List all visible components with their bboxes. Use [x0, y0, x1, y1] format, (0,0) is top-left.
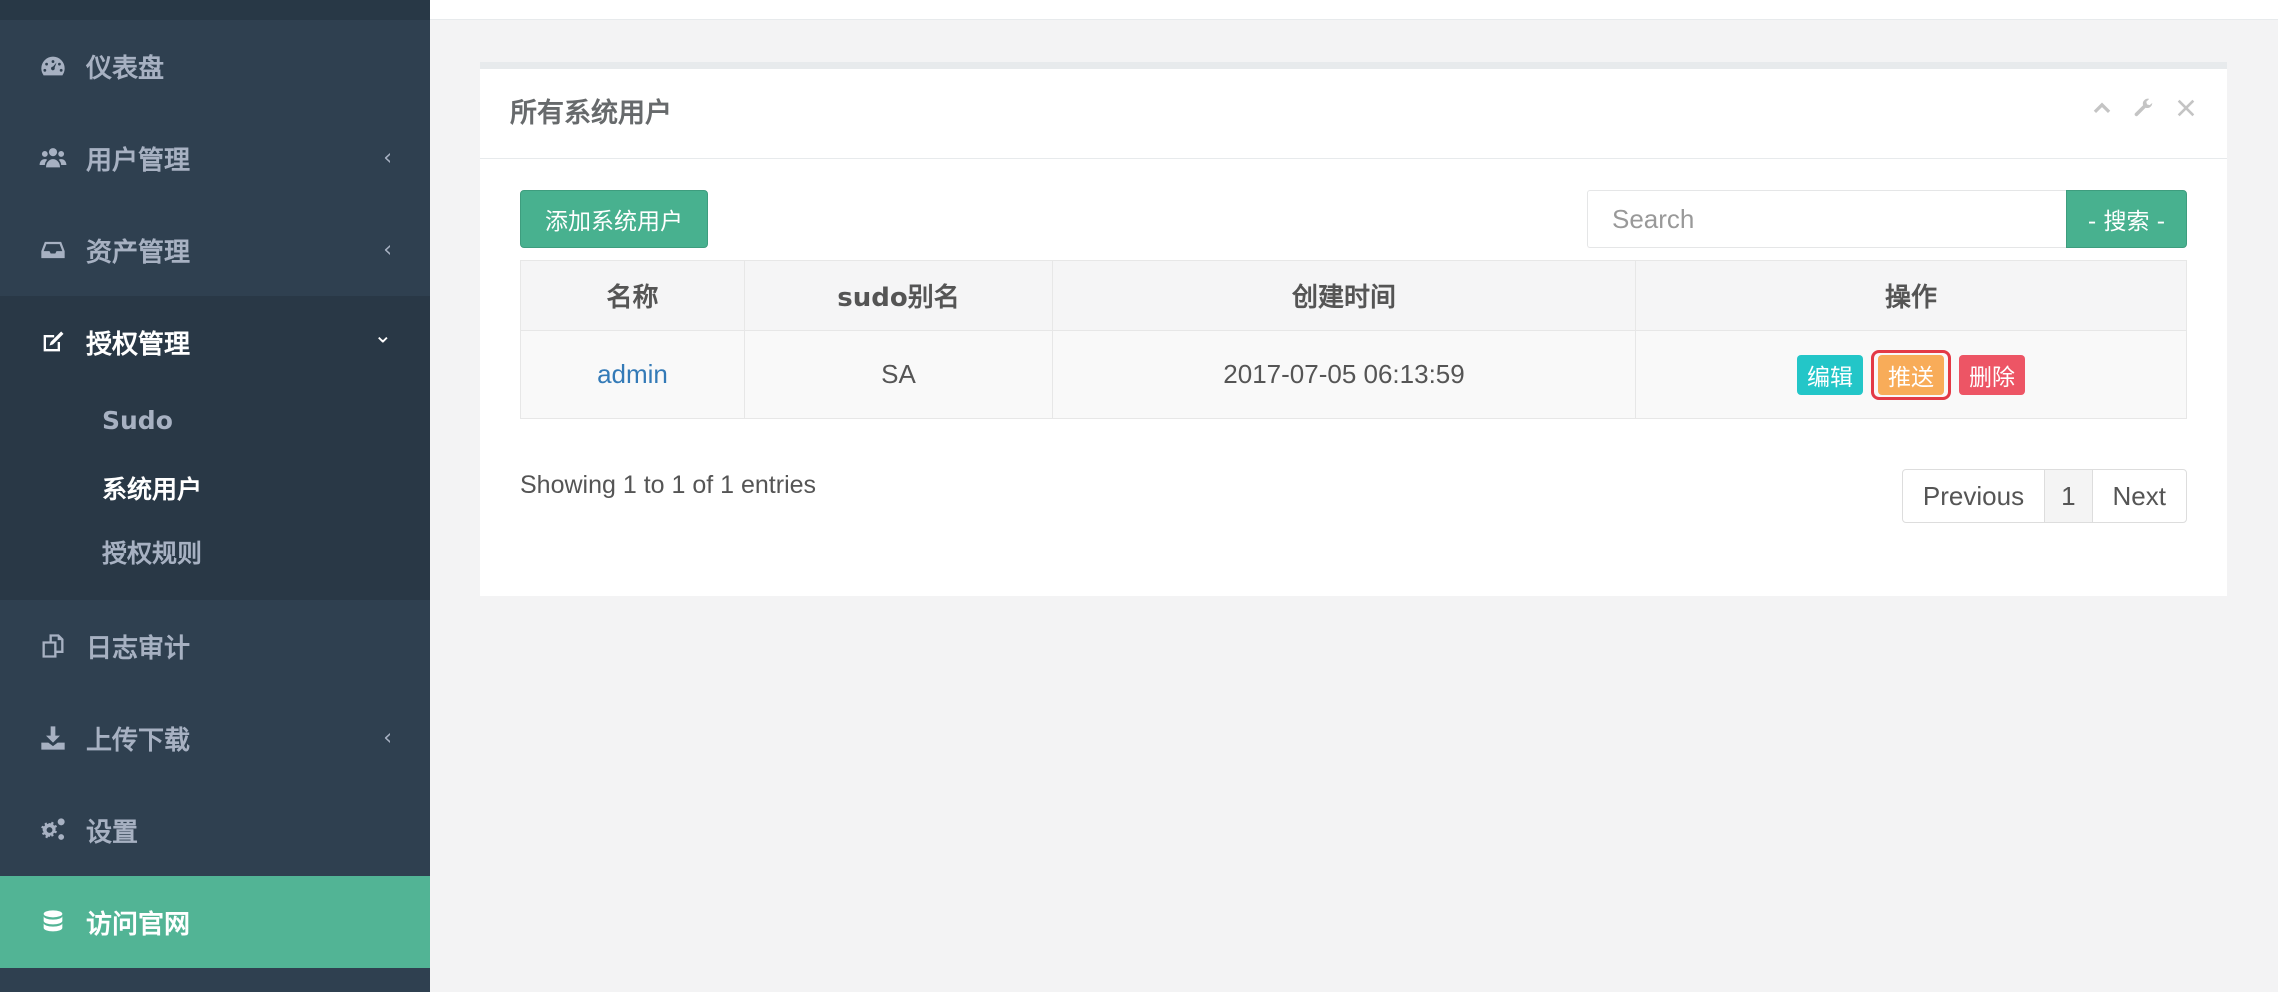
database-icon [36, 907, 70, 937]
close-icon[interactable] [2175, 97, 2197, 119]
sidebar-item-label: 资产管理 [86, 237, 191, 268]
column-header-name[interactable]: 名称 [520, 260, 745, 331]
sidebar-item-authorization[interactable]: 授权管理 ⌄ [0, 296, 430, 388]
column-header-sudo[interactable]: sudo别名 [744, 260, 1053, 331]
edit-icon [36, 327, 70, 357]
chevron-down-icon: ⌄ [373, 323, 392, 349]
user-name-link[interactable]: admin [597, 359, 668, 389]
cell-sudo: SA [744, 330, 1053, 419]
copy-icon [36, 631, 70, 661]
sidebar-subitem-auth-rules[interactable]: 授权规则 [102, 534, 202, 570]
push-button[interactable]: 推送 [1878, 354, 1944, 395]
sidebar-item-settings[interactable]: 设置 [0, 784, 430, 876]
cell-name: admin [520, 330, 745, 419]
column-header-actions: 操作 [1635, 260, 2187, 331]
panel-divider [480, 158, 2227, 159]
sidebar-item-log-audit[interactable]: 日志审计 [0, 600, 430, 692]
sidebar-item-label: 上传下载 [86, 725, 191, 756]
gears-icon [36, 815, 70, 845]
sidebar-subitem-system-users[interactable]: 系统用户 [102, 470, 202, 506]
sidebar-item-upload-download[interactable]: 上传下载 ‹ [0, 692, 430, 784]
sidebar-item-label: 仪表盘 [86, 53, 165, 84]
panel-tools [2091, 97, 2197, 119]
sidebar-item-label: 设置 [86, 817, 139, 848]
search-button[interactable]: - 搜索 - [2066, 190, 2187, 248]
row-actions: 编辑 推送 删除 [1797, 349, 2025, 400]
edit-button[interactable]: 编辑 [1797, 354, 1863, 395]
sidebar-item-asset-management[interactable]: 资产管理 ‹ [0, 204, 430, 296]
chevron-left-icon: ‹ [383, 725, 392, 751]
entries-info: Showing 1 to 1 of 1 entries [520, 471, 817, 499]
add-system-user-button[interactable]: 添加系统用户 [520, 190, 708, 248]
dashboard-icon [36, 51, 70, 81]
chevron-up-icon[interactable] [2091, 97, 2113, 119]
users-icon [36, 143, 70, 173]
system-users-panel: 所有系统用户 添加系统用户 - 搜索 - 名称 sudo别名 创建时间 操作 a… [480, 62, 2227, 596]
chevron-left-icon: ‹ [383, 145, 392, 171]
inbox-icon [36, 235, 70, 265]
delete-button[interactable]: 删除 [1959, 354, 2025, 395]
push-button-highlight: 推送 [1871, 349, 1951, 400]
pagination-previous[interactable]: Previous [1903, 470, 2046, 522]
system-users-table: 名称 sudo别名 创建时间 操作 admin SA 2017-07-05 06… [520, 260, 2187, 419]
chevron-left-icon: ‹ [383, 237, 392, 263]
wrench-icon[interactable] [2133, 97, 2155, 119]
sidebar-item-official-site[interactable]: 访问官网 [0, 876, 430, 968]
search-input[interactable] [1587, 190, 2067, 248]
sidebar-item-dashboard[interactable]: 仪表盘 [0, 20, 430, 112]
sidebar-subitem-sudo[interactable]: Sudo [102, 406, 173, 435]
table-header-row: 名称 sudo别名 创建时间 操作 [520, 260, 2187, 331]
pagination-next[interactable]: Next [2093, 470, 2186, 522]
column-header-created[interactable]: 创建时间 [1052, 260, 1636, 331]
cell-actions: 编辑 推送 删除 [1635, 330, 2187, 419]
download-icon [36, 723, 70, 753]
sidebar-item-label: 日志审计 [86, 633, 191, 664]
sidebar-item-user-management[interactable]: 用户管理 ‹ [0, 112, 430, 204]
sidebar-item-label: 授权管理 [86, 329, 191, 360]
sidebar-item-label: 访问官网 [86, 909, 191, 940]
top-bar [430, 0, 2278, 20]
sidebar: 仪表盘 用户管理 ‹ 资产管理 ‹ 授权管理 ⌄ Sudo 系统用户 授权规则 … [0, 0, 430, 992]
pagination-page[interactable]: 1 [2045, 470, 2093, 522]
panel-title: 所有系统用户 [510, 98, 672, 129]
cell-created: 2017-07-05 06:13:59 [1052, 330, 1636, 419]
table-row: admin SA 2017-07-05 06:13:59 编辑 推送 删除 [520, 330, 2187, 419]
sidebar-top-strip [0, 0, 430, 20]
pagination: Previous 1 Next [1901, 469, 2187, 523]
sidebar-item-label: 用户管理 [86, 145, 191, 176]
